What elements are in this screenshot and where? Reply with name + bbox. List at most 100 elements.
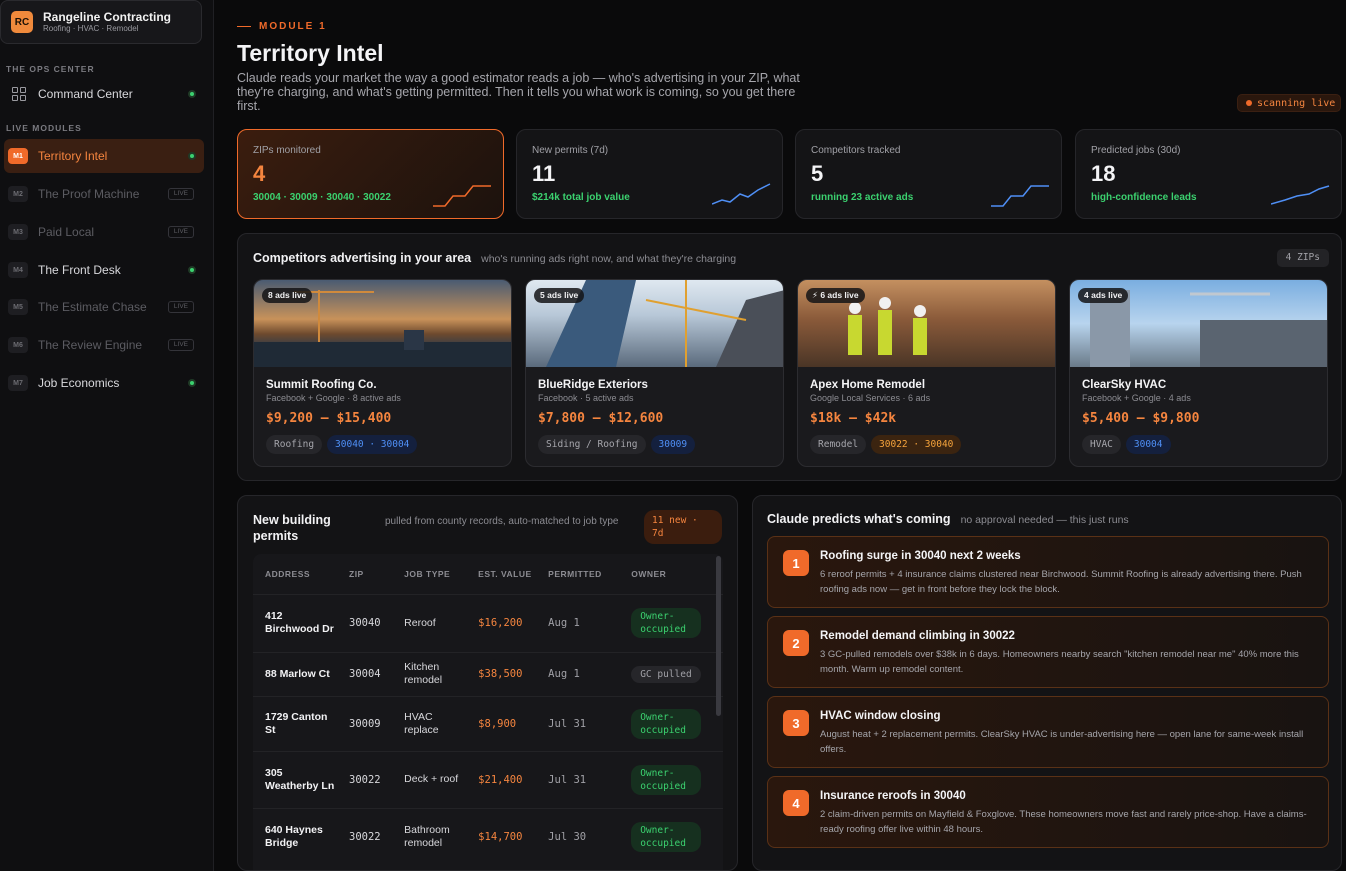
col-address: ADDRESS <box>265 568 311 579</box>
sidebar-item-territory-intel[interactable]: M1 Territory Intel <box>4 139 204 173</box>
table-row[interactable]: 412 Birchwood Dr 30040 Reroof $16,200 Au… <box>253 593 723 652</box>
competitor-price: $9,200 – $15,400 <box>266 411 392 426</box>
predictions-header: Claude predicts what's coming no approva… <box>767 512 1129 526</box>
sidebar-item-job-economics[interactable]: M7 Job Economics <box>4 366 204 400</box>
stat-card-zips[interactable]: ZIPs monitored 4 30004 · 30009 · 30040 ·… <box>237 129 504 219</box>
competitor-photo: ⚡ 6 ads live <box>798 280 1055 367</box>
competitors-title: Competitors advertising in your area <box>253 251 472 265</box>
job-tag: Remodel <box>810 435 867 454</box>
sidebar-item-label: The Estimate Chase <box>38 300 147 314</box>
owner-badge: Owner-occupied <box>631 708 702 739</box>
table-row[interactable]: 1729 Canton St 30009 HVAC replace $8,900… <box>253 695 723 751</box>
owner-badge: Owner-occupied <box>631 764 702 795</box>
sidebar-item-review-engine[interactable]: M6 The Review Engine LIVE <box>4 328 204 362</box>
cell-address: 640 Haynes Bridge <box>253 807 337 866</box>
zip-tag: 30040 · 30004 <box>327 435 418 454</box>
module-badge: M3 <box>8 224 28 240</box>
table-row[interactable]: 640 Haynes Bridge 30022 Bathroom remodel… <box>253 807 723 866</box>
sidebar-item-label: Command Center <box>38 87 133 101</box>
sidebar-item-command-center[interactable]: Command Center <box>4 77 204 111</box>
module-badge: M7 <box>8 375 28 391</box>
module-badge: M2 <box>8 186 28 202</box>
cell-address: 412 Birchwood Dr <box>253 593 337 652</box>
table-header-row: ADDRESS ZIP JOB TYPE EST. VALUE PERMITTE… <box>253 554 723 594</box>
prediction-title: Roofing surge in 30040 next 2 weeks <box>820 550 1021 562</box>
cell-job: Deck + roof <box>392 750 467 808</box>
competitor-card-apex[interactable]: ⚡ 6 ads live Apex Home Remodel Google Lo… <box>797 279 1056 467</box>
accent-rule <box>237 26 251 27</box>
brand-switcher[interactable]: RC Rangeline Contracting Roofing · HVAC … <box>0 0 202 44</box>
live-pill: LIVE <box>167 188 194 200</box>
cell-job: HVAC replace <box>392 695 467 751</box>
ads-live-badge: ⚡ 6 ads live <box>806 288 865 303</box>
scan-label: scanning live <box>1257 97 1336 109</box>
competitor-name: Apex Home Remodel <box>810 379 926 391</box>
stat-card-permits[interactable]: New permits (7d) 11 $214k total job valu… <box>516 129 783 219</box>
competitor-card-clearsky[interactable]: 4 ads live ClearSky HVAC Facebook + Goog… <box>1069 279 1328 467</box>
prediction-desc: 3 GC-pulled remodels over $38k in 6 days… <box>820 649 1299 675</box>
table-scrollbar[interactable] <box>716 556 721 716</box>
prediction-title: Remodel demand climbing in 30022 <box>820 630 1015 642</box>
ads-live-badge: 8 ads live <box>262 288 313 303</box>
live-dot-icon <box>1246 100 1252 106</box>
predictions-panel: Claude predicts what's coming no approva… <box>752 495 1342 871</box>
status-dot <box>188 266 196 274</box>
prediction-card[interactable]: 1 Roofing surge in 30040 next 2 weeks 6 … <box>767 536 1329 608</box>
competitor-name: BlueRidge Exteriors <box>538 379 648 391</box>
section-live-title: LIVE MODULES <box>6 123 82 133</box>
prediction-card[interactable]: 2 Remodel demand climbing in 30022 3 GC-… <box>767 616 1329 688</box>
cell-address: 1729 Canton St <box>253 695 337 751</box>
sidebar-item-paid-local[interactable]: M3 Paid Local LIVE <box>4 215 204 249</box>
prediction-desc: 6 reroof permits + 4 insurance claims cl… <box>820 569 1302 595</box>
table-row[interactable]: 305 Weatherby Ln 30022 Deck + roof $21,4… <box>253 750 723 808</box>
module-label-text: MODULE 1 <box>259 21 327 32</box>
page-intro: Claude reads your market the way a good … <box>237 71 800 113</box>
competitors-panel: Competitors advertising in your area who… <box>237 233 1342 481</box>
cell-date: Aug 1 <box>536 593 620 652</box>
sidebar-item-label: Job Economics <box>38 376 120 390</box>
sparkline-icon <box>433 185 491 207</box>
competitor-name: Summit Roofing Co. <box>266 379 377 391</box>
live-pill: LIVE <box>167 339 194 351</box>
cell-job: Kitchen remodel <box>392 651 467 696</box>
section-ops-title: THE OPS CENTER <box>6 64 95 74</box>
live-pill: LIVE <box>167 226 194 238</box>
sidebar-item-label: The Proof Machine <box>38 187 140 201</box>
competitor-card-summit[interactable]: 8 ads live Summit Roofing Co. Facebook +… <box>253 279 512 467</box>
sidebar-item-front-desk[interactable]: M4 The Front Desk <box>4 253 204 287</box>
owner-badge: GC pulled <box>631 665 701 683</box>
module-badge: M4 <box>8 262 28 278</box>
stat-card-predicted[interactable]: Predicted jobs (30d) 18 high-confidence … <box>1075 129 1342 219</box>
cell-job: Reroof <box>392 593 467 652</box>
predictions-title: Claude predicts what's coming <box>767 512 951 526</box>
owner-badge: Owner-occupied <box>631 822 702 853</box>
prediction-desc: 2 claim-driven permits on Mayfield & Fox… <box>820 809 1307 835</box>
sparkline-icon <box>1271 185 1330 205</box>
sidebar-item-label: Territory Intel <box>38 149 108 163</box>
status-dot <box>188 152 196 160</box>
owner-badge: Owner-occupied <box>631 608 702 638</box>
sidebar-item-estimate-chase[interactable]: M5 The Estimate Chase LIVE <box>4 290 204 324</box>
ads-live-badge: 4 ads live <box>1078 288 1129 303</box>
table-row[interactable]: 88 Marlow Ct 30004 Kitchen remodel $38,5… <box>253 651 723 696</box>
module-badge: M5 <box>8 299 28 315</box>
prediction-card[interactable]: 4 Insurance reroofs in 30040 2 claim-dri… <box>767 776 1329 848</box>
sidebar-item-label: The Front Desk <box>38 263 121 277</box>
cell-value: $8,900 <box>466 695 537 751</box>
permits-subtitle: pulled from county records, auto-matched… <box>385 516 619 527</box>
module-badge: M6 <box>8 337 28 353</box>
cell-value: $38,500 <box>466 651 537 696</box>
module-label: MODULE 1 <box>237 21 327 32</box>
competitor-card-blueridge[interactable]: 5 ads live BlueRidge Exteriors Facebook … <box>525 279 784 467</box>
sidebar: RC Rangeline Contracting Roofing · HVAC … <box>0 0 214 871</box>
prediction-title: HVAC window closing <box>820 710 941 722</box>
prediction-card[interactable]: 3 HVAC window closing August heat + 2 re… <box>767 696 1329 768</box>
sidebar-item-proof-machine[interactable]: M2 The Proof Machine LIVE <box>4 177 204 211</box>
cell-address: 88 Marlow Ct <box>253 651 337 696</box>
cell-date: Jul 31 <box>536 695 620 751</box>
live-pill: LIVE <box>167 301 194 313</box>
stat-card-competitors[interactable]: Competitors tracked 5 running 23 active … <box>795 129 1062 219</box>
permits-panel: New building permits pulled from county … <box>237 495 738 871</box>
zip-tag: 30022 · 30040 <box>871 435 962 454</box>
stat-label: New permits (7d) <box>532 145 609 156</box>
